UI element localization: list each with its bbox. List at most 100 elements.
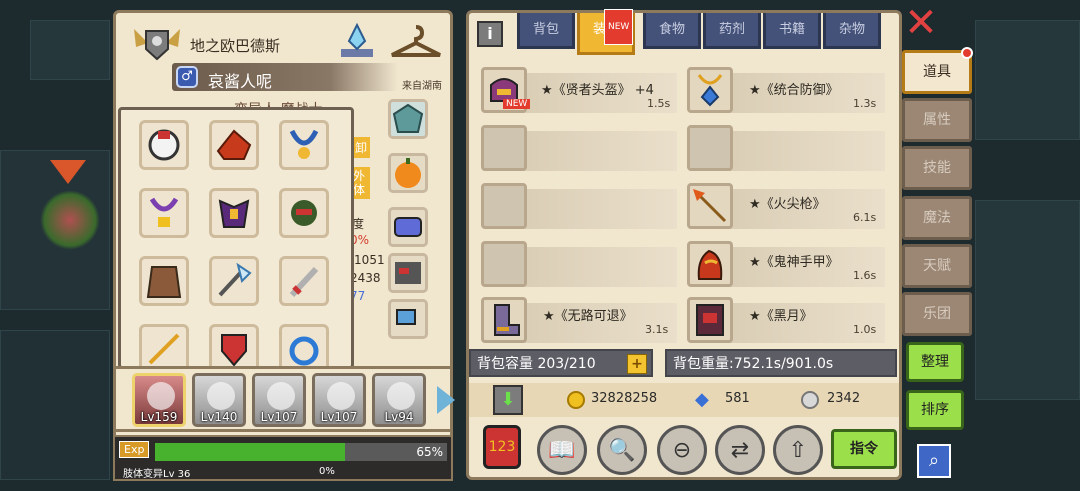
hero-slot[interactable]: Lv107 <box>312 373 366 427</box>
zoom-out-icon[interactable]: ⊖ <box>657 425 707 475</box>
hood-icon[interactable] <box>279 188 329 238</box>
earphone-helmet-icon[interactable] <box>139 120 189 170</box>
tab-misc[interactable]: 杂物 <box>823 13 881 49</box>
equip-slot-tool[interactable] <box>388 299 428 339</box>
add-capacity-button[interactable]: + <box>627 354 647 374</box>
empty-slot[interactable] <box>481 125 527 171</box>
crystal-icon[interactable] <box>334 19 380 63</box>
equip-slot-mech[interactable] <box>388 253 428 293</box>
equipment-popup <box>118 107 354 369</box>
empty-slot[interactable] <box>481 183 527 229</box>
silver-amount: 2342 <box>827 391 861 406</box>
necklace-icon[interactable] <box>687 67 733 113</box>
item-weight: 1.5s <box>647 97 671 110</box>
item-weight: 1.3s <box>853 97 877 110</box>
info-icon[interactable]: i <box>477 21 503 47</box>
name-plate <box>172 63 398 91</box>
hero-slot[interactable]: Lv107 <box>252 373 306 427</box>
dragon-helmet-icon[interactable] <box>209 120 259 170</box>
character-header: 地之欧巴德斯 ♂ 哀酱人呢 来自湖南 变异人 魔战士 <box>116 13 450 118</box>
side-tab-skills[interactable]: 技能 <box>902 146 972 190</box>
hero-slot[interactable]: Lv159 <box>132 373 186 427</box>
stat-tag-unequip[interactable]: 卸 <box>352 137 371 158</box>
tab-potions[interactable]: 药剂 <box>703 13 761 49</box>
side-tab-band[interactable]: 乐团 <box>902 292 972 336</box>
cloak-icon[interactable] <box>139 256 189 306</box>
close-icon[interactable]: ✕ <box>904 3 938 43</box>
character-origin: 来自湖南 <box>402 81 442 92</box>
list-item[interactable] <box>715 131 885 171</box>
currency-bar: ⬇ 32828258 ◆ 581 2342 <box>469 383 899 417</box>
shield-icon[interactable] <box>209 324 259 366</box>
item-new-badge: NEW <box>503 99 531 109</box>
tab-books[interactable]: 书籍 <box>763 13 821 49</box>
gold-coin-icon <box>567 391 585 409</box>
ring-icon[interactable] <box>279 324 329 366</box>
boots-icon[interactable] <box>481 297 527 343</box>
organize-button[interactable]: 整理 <box>906 342 964 382</box>
hanger-icon[interactable] <box>388 19 444 63</box>
sort-button[interactable]: 排序 <box>906 390 964 430</box>
item-weight: 3.1s <box>645 323 669 336</box>
list-item[interactable] <box>509 247 677 287</box>
item-weight: 6.1s <box>853 211 877 224</box>
hero-slot[interactable]: Lv94 <box>372 373 426 427</box>
item-name: ★《统合防御》 <box>749 83 839 98</box>
number-sort-icon[interactable]: 123 <box>483 425 521 469</box>
gold-amount: 32828258 <box>591 391 658 406</box>
character-name: 哀酱人呢 <box>208 72 273 91</box>
gauntlet-icon[interactable] <box>687 241 733 287</box>
exp-bar-fill <box>155 443 345 461</box>
exp-panel: Exp 65% 肢体变异Lv 36 0% <box>113 435 453 481</box>
next-arrow-icon[interactable] <box>437 386 455 414</box>
exp-percent: 65% <box>416 445 443 459</box>
red-sword-icon[interactable] <box>279 256 329 306</box>
gold-amulet-icon[interactable] <box>139 188 189 238</box>
skill-label: 肢体变异Lv 36 <box>123 469 191 480</box>
upgrade-arrow-icon[interactable]: ⇧ <box>773 425 823 475</box>
spear-icon[interactable] <box>687 183 733 229</box>
character-title: 地之欧巴德斯 <box>190 37 281 55</box>
male-gender-icon: ♂ <box>176 66 198 88</box>
exp-label: Exp <box>119 441 150 458</box>
equip-slot-armor[interactable] <box>388 207 428 247</box>
list-item[interactable] <box>509 189 677 229</box>
empty-slot[interactable] <box>687 125 733 171</box>
hero-roster: Lv159 Lv140 Lv107 Lv107 Lv94 <box>113 366 453 432</box>
notification-dot <box>961 47 973 59</box>
book-icon[interactable] <box>687 297 733 343</box>
hero-slot[interactable]: Lv140 <box>192 373 246 427</box>
silver-axe-icon[interactable] <box>209 256 259 306</box>
list-item[interactable] <box>509 131 677 171</box>
dark-armor-icon[interactable] <box>209 188 259 238</box>
download-icon[interactable]: ⬇ <box>493 385 523 415</box>
equip-slot-gem[interactable] <box>388 99 428 139</box>
tab-equipment[interactable]: NEW装备 <box>577 9 635 55</box>
side-tab-talent[interactable]: 天赋 <box>902 244 972 288</box>
tab-backpack[interactable]: 背包 <box>517 13 575 49</box>
side-tab-magic[interactable]: 魔法 <box>902 196 972 240</box>
diamond-icon: ◆ <box>695 389 709 410</box>
empty-slot[interactable] <box>481 241 527 287</box>
map-avatar-marker <box>50 160 86 184</box>
stat-value-b: 2438 <box>350 271 381 285</box>
command-button[interactable]: 指令 <box>831 429 897 469</box>
swap-icon[interactable]: ⇄ <box>715 425 765 475</box>
blue-amulet-icon[interactable] <box>279 120 329 170</box>
book-action-icon[interactable]: 📖 <box>537 425 587 475</box>
skill-percent: 0% <box>319 466 335 477</box>
side-tab-items[interactable]: 道具 <box>902 47 973 94</box>
equip-slot-pumpkin[interactable] <box>388 153 428 193</box>
search-icon[interactable]: ⌕ <box>917 444 951 478</box>
search-item-icon[interactable]: 🔍 <box>597 425 647 475</box>
exp-bar <box>155 443 447 461</box>
tab-food[interactable]: 食物 <box>643 13 701 49</box>
golden-spear-icon[interactable] <box>139 324 189 366</box>
backpack-capacity: 背包容量 203/210 + <box>469 349 653 377</box>
item-name: ★《黑月》 <box>749 309 813 324</box>
new-badge: NEW <box>604 9 634 45</box>
stat-tag-outer[interactable]: 外体 <box>352 167 370 199</box>
side-tab-attributes[interactable]: 属性 <box>902 98 972 142</box>
item-weight: 1.0s <box>853 323 877 336</box>
stats-peek: 卸 外体 度 0% /1051 2438 77 <box>348 137 388 337</box>
